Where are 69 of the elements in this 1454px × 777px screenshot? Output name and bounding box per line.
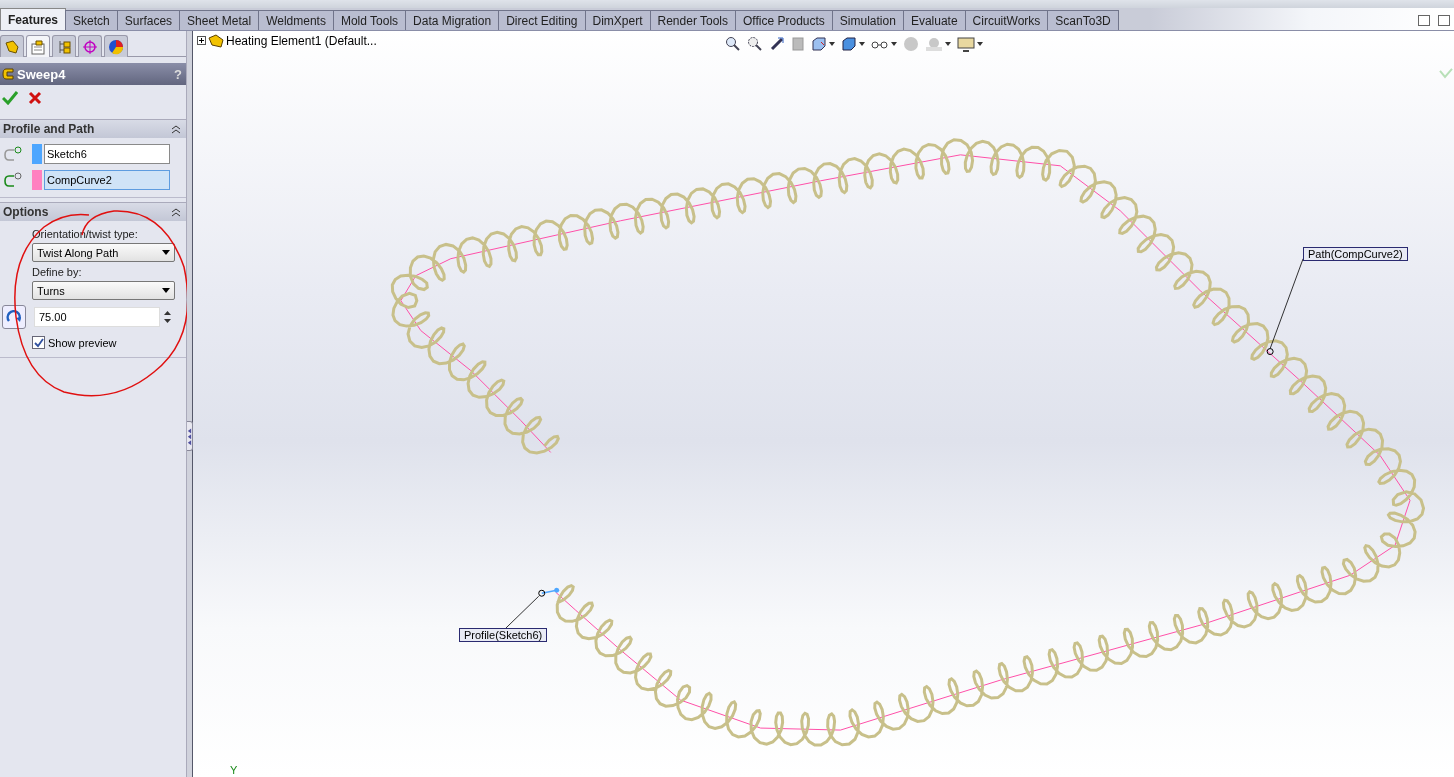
show-preview-label: Show preview (48, 336, 117, 349)
dimxpert-tab[interactable] (78, 35, 102, 57)
display-tab[interactable] (104, 35, 128, 57)
command-tab[interactable]: DimXpert (584, 10, 651, 30)
view-orientation-icon[interactable] (811, 36, 827, 52)
path-callout[interactable]: Path(CompCurve2) (1303, 247, 1408, 261)
profile-point (554, 587, 560, 593)
twist-type-dropdown[interactable]: Twist Along Path (32, 243, 175, 262)
display-style-icon[interactable] (841, 36, 857, 52)
section-header[interactable]: Profile and Path (0, 119, 186, 138)
reverse-direction-button[interactable] (2, 305, 26, 329)
y-axis-label: Y (230, 764, 238, 776)
confirm-check-icon[interactable] (1439, 67, 1453, 79)
feature-tree-item[interactable]: Heating Element1 (Default... (197, 34, 377, 48)
part-icon (208, 34, 224, 48)
property-tab[interactable] (26, 35, 50, 57)
path-selection-icon (2, 171, 24, 189)
define-by-dropdown[interactable]: Turns (32, 281, 175, 300)
collapse-chevron-icon[interactable] (171, 124, 181, 134)
feature-tab[interactable] (0, 35, 24, 57)
profile-callout[interactable]: Profile(Sketch6) (459, 628, 548, 642)
feature-tree-icon (4, 38, 20, 55)
previous-view-icon[interactable] (769, 36, 785, 52)
command-tab[interactable]: Render Tools (649, 10, 736, 30)
leader-line (505, 595, 540, 629)
command-tab[interactable]: Weldments (258, 10, 334, 30)
checkbox[interactable] (32, 336, 45, 349)
zoom-to-fit-icon[interactable] (725, 36, 741, 52)
command-tab[interactable]: Data Migration (405, 10, 500, 30)
selection-field[interactable]: Sketch6 (44, 144, 170, 164)
ok-check-icon[interactable] (2, 91, 18, 105)
restore-icon[interactable] (1418, 15, 1430, 26)
dropdown-arrow-icon (162, 288, 170, 293)
command-tab[interactable]: CircuitWorks (964, 10, 1049, 30)
define-by-label: Define by: (32, 266, 82, 278)
command-tab[interactable]: Features (0, 8, 67, 30)
configuration-tree-icon (56, 38, 72, 55)
feature-title: Sweep4 (17, 66, 67, 82)
command-tab[interactable]: Direct Editing (498, 10, 586, 30)
command-tab[interactable]: Surfaces (116, 10, 181, 30)
expand-icon[interactable] (197, 34, 206, 48)
crosshair-icon (82, 38, 98, 55)
turns-field[interactable]: 75.00 (34, 307, 160, 327)
monitor-icon[interactable] (957, 36, 975, 52)
window-button-icon[interactable] (1438, 15, 1450, 26)
profile-selection-icon (2, 145, 24, 163)
command-tab[interactable]: Sketch (65, 10, 118, 30)
zoom-area-icon[interactable] (747, 36, 763, 52)
section-title: Profile and Path (3, 122, 95, 136)
property-sheet-icon (30, 38, 46, 55)
config-tab[interactable] (52, 35, 76, 57)
command-tab[interactable]: Office Products (735, 10, 833, 30)
command-tab[interactable]: Evaluate (902, 10, 966, 30)
command-tab[interactable]: ScanTo3D (1047, 10, 1119, 30)
glasses-icon[interactable] (871, 38, 889, 50)
path-handle[interactable] (1266, 348, 1274, 356)
dropdown-arrow-icon (162, 250, 170, 255)
selection-field[interactable]: CompCurve2 (44, 170, 170, 190)
collapse-chevron-icon[interactable] (171, 207, 181, 217)
color-wheel-icon (108, 38, 124, 55)
command-tab[interactable]: Simulation (831, 10, 904, 30)
cancel-close-icon[interactable] (28, 91, 42, 105)
section-header[interactable]: Options (0, 202, 186, 221)
command-tab[interactable]: Sheet Metal (179, 10, 260, 30)
sweep-feature-icon (2, 67, 15, 81)
section-title: Options (3, 205, 49, 219)
command-tab[interactable]: Mold Tools (332, 10, 407, 30)
profile-handle[interactable] (538, 589, 546, 597)
part-name: Heating Element1 (Default... (226, 34, 377, 48)
